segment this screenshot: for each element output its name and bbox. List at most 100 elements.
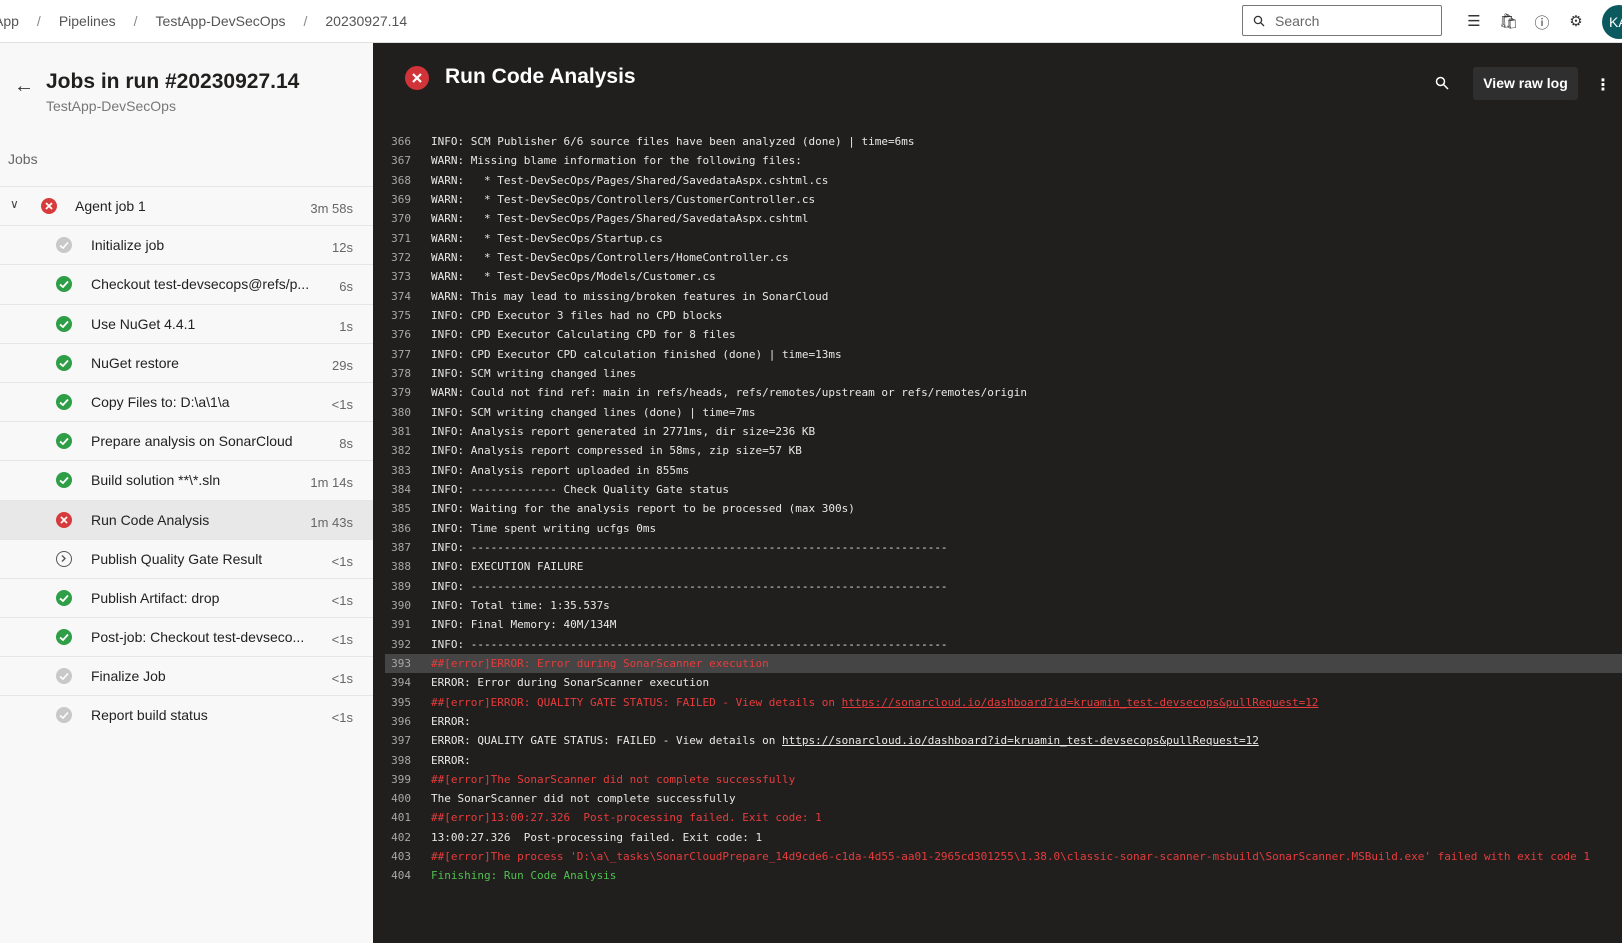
back-arrow-icon[interactable]: ← <box>14 75 34 98</box>
log-text: ##[error]The process 'D:\a\_tasks\SonarC… <box>431 850 1590 864</box>
line-number: 371 <box>391 231 411 245</box>
log-line: 381 INFO: Analysis report generated in 27… <box>373 422 1622 441</box>
log-text: INFO: Total time: 1:35.537s <box>431 598 610 612</box>
line-number: 381 <box>391 424 411 438</box>
step-row[interactable]: Use NuGet 4.4.1 1s <box>0 303 373 343</box>
step-label: Post-job: Checkout test-devseco... <box>91 629 305 646</box>
succeeded-icon <box>56 393 72 410</box>
log-line: 394 ERROR: Error during SonarScanner exec… <box>373 673 1622 692</box>
step-row[interactable]: Report build status <1s <box>0 695 373 734</box>
sonarcloud-link[interactable]: https://sonarcloud.io/dashboard?id=kruam… <box>842 696 1319 709</box>
succeeded-icon <box>56 433 72 450</box>
search-icon[interactable] <box>1435 76 1449 90</box>
step-row[interactable]: Prepare analysis on SonarCloud 8s <box>0 421 373 460</box>
log-text: WARN: This may lead to missing/broken fe… <box>431 289 829 303</box>
help-icon[interactable]: ⓘ <box>1533 12 1551 32</box>
line-number: 395 <box>391 695 411 709</box>
log-line: 400 The SonarScanner did not complete suc… <box>373 789 1622 808</box>
log-text: INFO: Waiting for the analysis report to… <box>431 502 855 516</box>
step-row[interactable]: Checkout test-devsecops@refs/p... 6s <box>0 264 373 303</box>
step-row[interactable]: NuGet restore 29s <box>0 342 373 382</box>
step-label: Build solution **\*.sln <box>91 472 221 489</box>
log-text: INFO: Final Memory: 40M/134M <box>431 618 617 632</box>
pipeline-name: TestApp-DevSecOps <box>46 98 176 114</box>
step-duration: <1s <box>331 710 353 726</box>
line-number: 374 <box>391 289 411 303</box>
succeeded-icon <box>56 354 72 371</box>
step-label: Report build status <box>91 707 208 724</box>
user-settings-icon[interactable]: ⚙ <box>1567 12 1585 30</box>
log-line: 395 ##[error]ERROR: QUALITY GATE STATUS: … <box>373 693 1622 712</box>
step-duration: 29s <box>332 357 353 373</box>
log-text: INFO: Analysis report compressed in 58ms… <box>431 444 802 458</box>
log-text: WARN: * Test-DevSecOps/Models/Customer.c… <box>431 270 716 284</box>
line-number: 386 <box>391 521 411 535</box>
log-text: INFO: ------------- Check Quality Gate s… <box>431 482 730 496</box>
task-list-icon[interactable]: ☰ <box>1465 12 1483 30</box>
log-line: 380 INFO: SCM writing changed lines (done… <box>373 403 1622 422</box>
step-row[interactable]: Post-job: Checkout test-devseco... <1s <box>0 617 373 656</box>
line-number: 369 <box>391 192 411 206</box>
log-line: 386 INFO: Time spent writing ucfgs 0ms <box>373 519 1622 538</box>
step-row[interactable]: Initialize job 12s <box>0 225 373 264</box>
agent-job-label: Agent job 1 <box>75 198 146 214</box>
step-label: Finalize Job <box>91 668 166 685</box>
line-number: 368 <box>391 173 411 187</box>
breadcrumb-pipelines[interactable]: Pipelines <box>59 13 116 29</box>
log-text: INFO: SCM Publisher 6/6 source files hav… <box>431 135 915 148</box>
log-text: INFO: ----------------------------------… <box>431 540 948 554</box>
skipped-icon <box>56 707 72 724</box>
step-row[interactable]: Finalize Job <1s <box>0 656 373 695</box>
step-duration: <1s <box>331 671 353 687</box>
line-number: 372 <box>391 250 411 264</box>
log-line: 370 WARN: * Test-DevSecOps/Pages/Shared/S… <box>373 209 1622 228</box>
log-line: 391 INFO: Final Memory: 40M/134M <box>373 615 1622 634</box>
line-number: 383 <box>391 463 411 477</box>
line-number: 382 <box>391 444 411 458</box>
step-duration: 1m 14s <box>310 475 353 491</box>
line-number: 401 <box>391 811 411 825</box>
log-text: INFO: SCM writing changed lines <box>431 366 637 380</box>
log-line: 374 WARN: This may lead to missing/broken… <box>373 287 1622 306</box>
view-raw-log-button[interactable]: View raw log <box>1473 67 1578 100</box>
chevron-down-icon[interactable]: ∨ <box>10 197 19 211</box>
log-text: INFO: CPD Executor Calculating CPD for 8… <box>431 328 736 342</box>
step-row[interactable]: Run Code Analysis 1m 43s <box>0 499 373 539</box>
marketplace-bag-icon[interactable]: 🛍 <box>1499 12 1518 30</box>
top-bar: App/ Pipelines/ TestApp-DevSecOps/ 20230… <box>0 0 1622 43</box>
more-options-icon[interactable]: ⋮ <box>1595 75 1611 95</box>
line-number: 400 <box>391 792 411 806</box>
sonarcloud-link[interactable]: https://sonarcloud.io/dashboard?id=kruam… <box>782 734 1259 747</box>
log-line: 372 WARN: * Test-DevSecOps/Controllers/Ho… <box>373 248 1622 267</box>
line-number: 367 <box>391 154 411 168</box>
line-number: 378 <box>391 366 411 380</box>
line-number: 394 <box>391 676 411 690</box>
log-line: 398 ERROR: <box>373 751 1622 770</box>
log-line: 366 INFO: SCM Publisher 6/6 source files … <box>373 132 1622 151</box>
step-row[interactable]: Copy Files to: D:\a\1\a <1s <box>0 381 373 421</box>
avatar[interactable]: KA <box>1602 5 1622 39</box>
log-line: 369 WARN: * Test-DevSecOps/Controllers/Cu… <box>373 190 1622 209</box>
agent-job-duration: 3m 58s <box>310 201 353 216</box>
log-line: 383 INFO: Analysis report uploaded in 855… <box>373 461 1622 480</box>
step-duration: <1s <box>331 396 353 412</box>
step-row[interactable]: Publish Quality Gate Result <1s <box>0 538 373 578</box>
line-number: 373 <box>391 270 411 284</box>
step-row[interactable]: Publish Artifact: drop <1s <box>0 577 373 617</box>
agent-job-row[interactable]: ∨ Agent job 1 3m 58s <box>0 186 373 225</box>
log-text: WARN: * Test-DevSecOps/Pages/Shared/Save… <box>431 212 809 226</box>
breadcrumb-run[interactable]: 20230927.14 <box>325 13 407 29</box>
line-number: 376 <box>391 328 411 342</box>
log-text: WARN: * Test-DevSecOps/Startup.cs <box>431 231 663 245</box>
log-text: 13:00:27.326 Post-processing failed. Exi… <box>431 830 763 844</box>
breadcrumb-pipeline[interactable]: TestApp-DevSecOps <box>156 13 286 29</box>
log-text: ERROR: Error during SonarScanner executi… <box>431 676 710 690</box>
search-input[interactable]: Search <box>1242 5 1442 36</box>
step-row[interactable]: Build solution **\*.sln 1m 14s <box>0 460 373 499</box>
log-line: 373 WARN: * Test-DevSecOps/Models/Custome… <box>373 267 1622 286</box>
log-panel: Run Code Analysis View raw log ⋮ 366 INFO… <box>373 43 1622 943</box>
line-number: 379 <box>391 386 411 400</box>
page-title: Jobs in run #20230927.14 <box>46 70 300 93</box>
breadcrumb-project[interactable]: App <box>0 13 19 29</box>
breadcrumb: App/ Pipelines/ TestApp-DevSecOps/ 20230… <box>0 13 425 29</box>
